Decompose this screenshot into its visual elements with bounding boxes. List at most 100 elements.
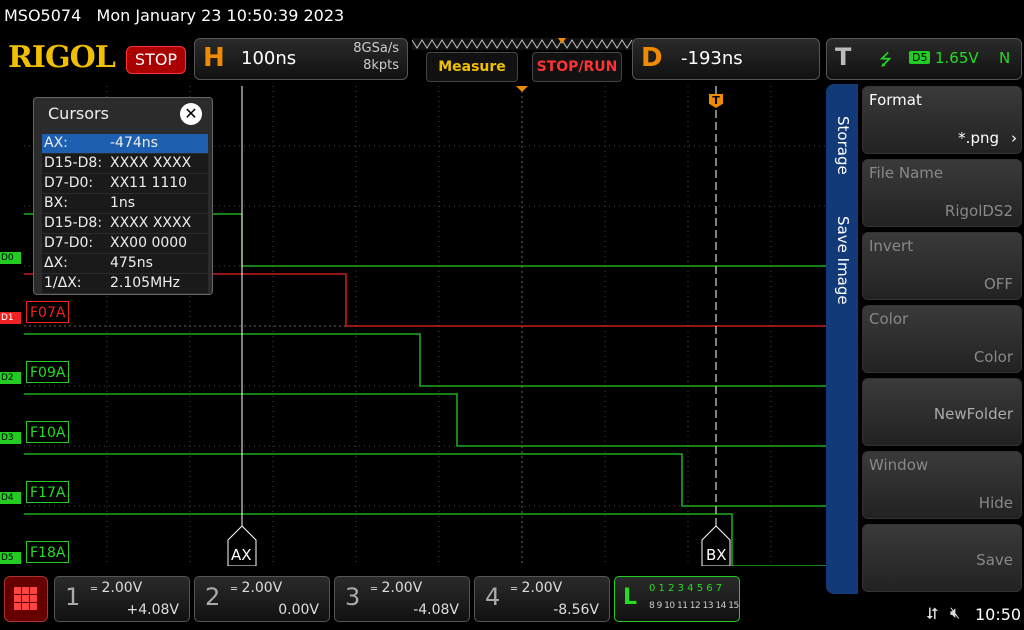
channel-scale: ═ 2.00V [371, 580, 422, 596]
menu-item-title: Window [869, 456, 929, 474]
row-value: XXXX XXXX [110, 215, 192, 231]
menu-item-invert[interactable]: Invert OFF [862, 232, 1022, 300]
dc-coupling-icon: ═ [231, 584, 238, 595]
row-value: 1ns [110, 195, 136, 211]
channel-scale: ═ 2.00V [91, 580, 142, 596]
scale-value: 2.00V [381, 580, 423, 596]
main-menu-button[interactable] [4, 576, 48, 622]
row-value: XX11 1110 [110, 175, 188, 191]
cursor-row-b-high: D15-D8: XXXX XXXX [42, 214, 208, 234]
channel-label-d5[interactable]: F18A [26, 541, 70, 563]
menu-item-title: File Name [869, 164, 944, 182]
trigger-level: 1.65V [935, 49, 979, 67]
menu-item-value: NewFolder [933, 405, 1013, 423]
cursor-row-bx[interactable]: BX: 1ns [42, 194, 208, 214]
close-icon[interactable]: ✕ [180, 103, 202, 125]
cursor-row-a-high: D15-D8: XXXX XXXX [42, 154, 208, 174]
channel-mark-d0[interactable]: D0 [0, 252, 21, 264]
tab-save-image[interactable]: Save Image [834, 216, 852, 305]
dc-coupling-icon: ═ [371, 584, 378, 595]
stop-run-button[interactable]: STOP/RUN [532, 52, 622, 82]
menu-item-value: Color [973, 348, 1013, 366]
dc-coupling-icon: ═ [91, 584, 98, 595]
horizontal-panel[interactable]: H 100ns 8GSa/s 8kpts [194, 38, 408, 80]
sample-rate: 8GSa/s [353, 41, 399, 56]
channel-scale: ═ 2.00V [231, 580, 282, 596]
cursors-readout: AX: -474ns D15-D8: XXXX XXXX D7-D0: XX11 11… [42, 134, 208, 294]
delay-panel[interactable]: D -193ns [632, 38, 820, 80]
run-state-badge[interactable]: STOP [126, 46, 186, 74]
menu-item-save[interactable]: Save [862, 524, 1022, 592]
channel-3-box[interactable]: 3 ═ 2.00V -4.08V [334, 576, 470, 622]
center-marker [516, 86, 528, 92]
channel-scale: ═ 2.00V [511, 580, 562, 596]
la-channels-low: 0 1 2 3 4 5 6 7 [649, 583, 723, 594]
channel-mark-d2[interactable]: D2 [0, 372, 21, 384]
cursors-panel[interactable]: Cursors ✕ AX: -474ns D15-D8: XXXX XXXX D7-… [33, 97, 213, 295]
row-key: D7-D0: [44, 235, 94, 251]
cursor-row-delta: ΔX: 475ns [42, 254, 208, 274]
scale-value: 2.00V [241, 580, 283, 596]
grid-menu-icon [14, 587, 37, 610]
date-time: Mon January 23 10:50:39 2023 [96, 6, 345, 25]
menu-item-title: Invert [869, 237, 914, 255]
model-name: MSO5074 [4, 6, 82, 25]
status-bar: MSO5074 Mon January 23 10:50:39 2023 [0, 0, 1024, 32]
menu-item-new-folder[interactable]: NewFolder [862, 378, 1022, 446]
menu-item-value: Save [976, 551, 1013, 569]
scale-value: 2.00V [101, 580, 143, 596]
row-value: XX00 0000 [110, 235, 188, 251]
cursor-row-a-low: D7-D0: XX11 1110 [42, 174, 208, 194]
scale-value: 2.00V [521, 580, 563, 596]
channel-mark-d3[interactable]: D3 [0, 432, 21, 444]
timebase-value: 100ns [241, 48, 297, 69]
channel-number: 4 [485, 583, 501, 611]
delay-value: -193ns [681, 48, 743, 69]
rigol-logo: RIGOL [8, 40, 116, 75]
row-key: D7-D0: [44, 175, 94, 191]
channel-label-d2[interactable]: F09A [26, 361, 70, 383]
chevron-right-icon: › [1011, 129, 1017, 147]
trigger-letter: T [835, 43, 852, 71]
cursor-b-label[interactable]: BX [706, 546, 727, 564]
logic-analyzer-box[interactable]: L 0 1 2 3 4 5 6 7 8 9 10 11 12 13 14 15 [614, 576, 740, 622]
menu-item-file-name[interactable]: File Name RigolDS2 [862, 159, 1022, 227]
channel-offset: +4.08V [126, 602, 179, 618]
waveform-overview[interactable] [412, 38, 634, 50]
menu-item-format[interactable]: Format *.png › [862, 86, 1022, 154]
menu-item-value: OFF [983, 275, 1013, 293]
channel-label-d1[interactable]: F07A [26, 301, 70, 323]
row-key: ΔX: [44, 255, 68, 271]
trigger-panel[interactable]: T ⭍ D5 1.65V N [826, 38, 1022, 80]
tab-storage[interactable]: Storage [834, 116, 852, 175]
measure-button[interactable]: Measure [426, 52, 518, 82]
channel-2-box[interactable]: 2 ═ 2.00V 0.00V [194, 576, 330, 622]
speaker-muted-icon[interactable]: 🔇︎ [950, 603, 960, 623]
channel-offset: 0.00V [278, 602, 319, 618]
channel-mark-d5[interactable]: D5 [0, 552, 21, 564]
memory-depth: 8kpts [363, 58, 399, 73]
channel-offset: -8.56V [553, 602, 599, 618]
row-value: -474ns [110, 135, 158, 151]
menu-item-title: Format [869, 91, 922, 109]
cursor-a-label[interactable]: AX [231, 546, 252, 564]
row-value: 2.105MHz [110, 275, 181, 291]
menu-item-color[interactable]: Color Color [862, 305, 1022, 373]
row-key: 1/ΔX: [44, 275, 82, 291]
channel-label-d4[interactable]: F17A [26, 481, 70, 503]
channel-4-box[interactable]: 4 ═ 2.00V -8.56V [474, 576, 610, 622]
delay-letter: D [641, 43, 663, 73]
channel-mark-d1[interactable]: D1 [0, 312, 21, 324]
channel-number: 2 [205, 583, 221, 611]
menu-item-value: *.png [958, 129, 999, 147]
trigger-source: D5 [909, 51, 931, 64]
row-key: AX: [44, 135, 68, 151]
menu-item-value: RigolDS2 [944, 202, 1013, 220]
cursor-row-ax[interactable]: AX: -474ns [42, 134, 208, 154]
channel-1-box[interactable]: 1 ═ 2.00V +4.08V [54, 576, 190, 622]
cursor-row-frequency: 1/ΔX: 2.105MHz [42, 274, 208, 294]
menu-item-window[interactable]: Window Hide [862, 451, 1022, 519]
la-letter: L [623, 585, 638, 610]
channel-mark-d4[interactable]: D4 [0, 492, 21, 504]
channel-label-d3[interactable]: F10A [26, 421, 70, 443]
